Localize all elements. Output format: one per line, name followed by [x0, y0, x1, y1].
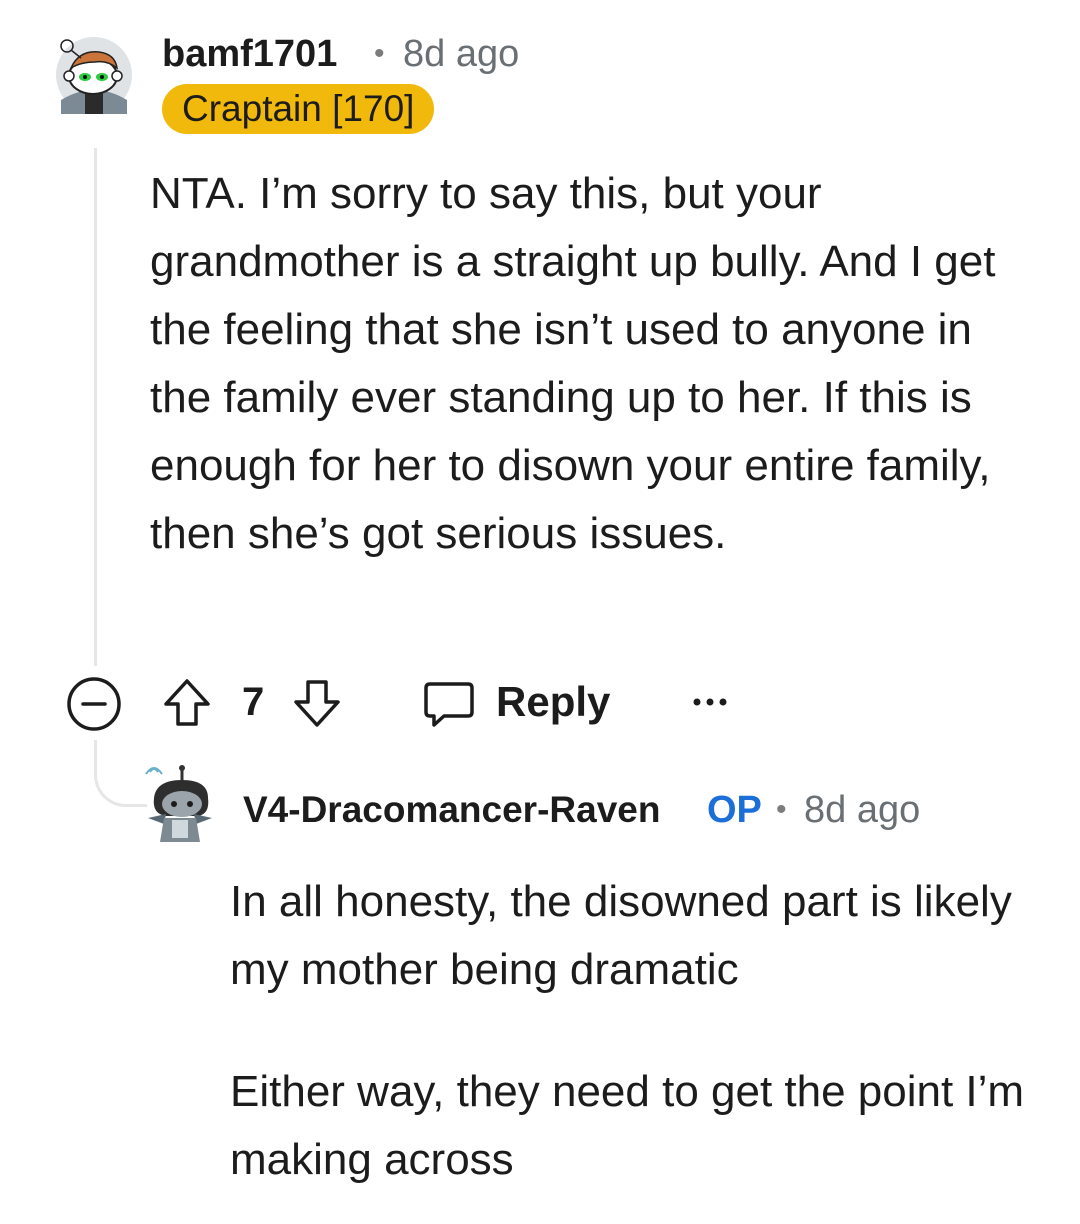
comment-username[interactable]: bamf1701 [162, 30, 337, 78]
meta-separator: • [776, 793, 787, 826]
thread-connector [94, 740, 147, 807]
collapse-thread-icon[interactable] [66, 676, 122, 732]
comment-actions-bar: 7 Reply [66, 670, 766, 734]
thread-line [94, 148, 97, 666]
more-options-icon[interactable] [690, 692, 730, 712]
user-flair-badge: Craptain [170] [162, 84, 435, 134]
comment-bubble-icon [424, 682, 474, 727]
upvote-icon[interactable] [160, 676, 214, 730]
user-avatar[interactable] [55, 36, 133, 114]
snoo-avatar-icon [56, 37, 132, 114]
reply-username[interactable]: V4-Dracomancer-Raven [243, 786, 660, 834]
downvote-icon[interactable] [290, 676, 344, 730]
reply-paragraph: In all honesty, the disowned part is lik… [230, 877, 1012, 994]
reply-user-avatar[interactable] [142, 764, 218, 844]
snoo-avatar-icon [145, 765, 212, 842]
vote-count: 7 [242, 680, 265, 724]
comment-timestamp: 8d ago [403, 33, 520, 75]
reply-paragraph: Either way, they need to get the point I… [230, 1067, 1025, 1184]
meta-separator: • [374, 37, 385, 70]
reply-button[interactable]: Reply [416, 670, 616, 734]
comment-body: NTA. I’m sorry to say this, but your gra… [150, 169, 996, 558]
reply-timestamp: 8d ago [804, 789, 921, 831]
reply-label: Reply [496, 678, 611, 725]
op-badge: OP [707, 789, 762, 831]
